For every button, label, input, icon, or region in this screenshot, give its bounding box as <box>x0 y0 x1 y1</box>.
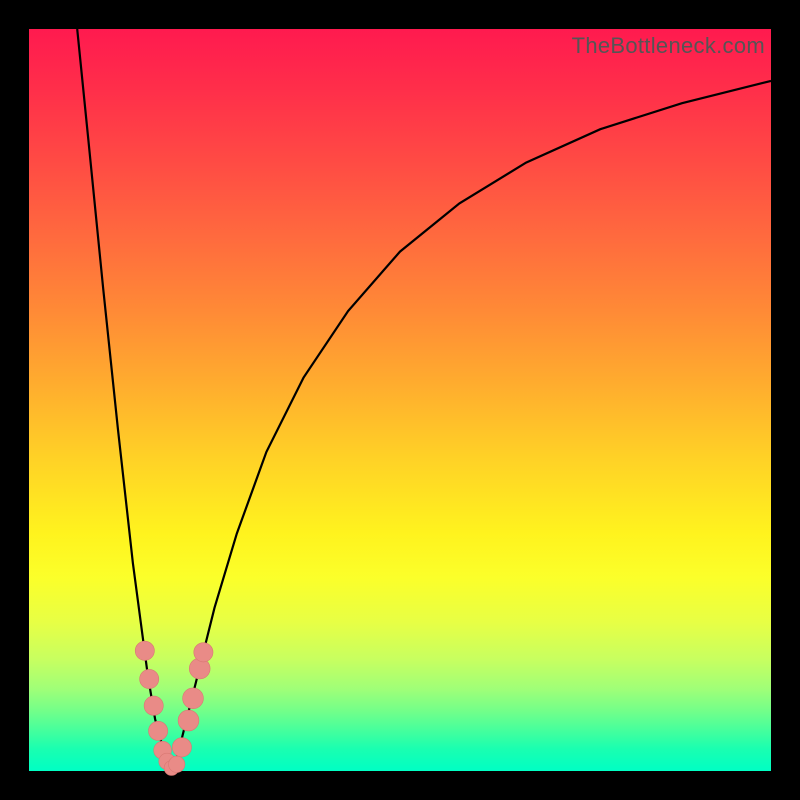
data-marker <box>183 688 204 709</box>
data-marker <box>178 710 199 731</box>
data-marker <box>144 696 163 715</box>
data-marker <box>135 641 154 660</box>
plot-area: TheBottleneck.com <box>29 29 771 771</box>
data-marker <box>194 643 213 662</box>
data-marker <box>169 756 185 772</box>
data-markers <box>29 29 771 771</box>
data-marker <box>172 738 191 757</box>
data-marker <box>149 721 168 740</box>
chart-frame: TheBottleneck.com <box>0 0 800 800</box>
data-marker <box>140 669 159 688</box>
